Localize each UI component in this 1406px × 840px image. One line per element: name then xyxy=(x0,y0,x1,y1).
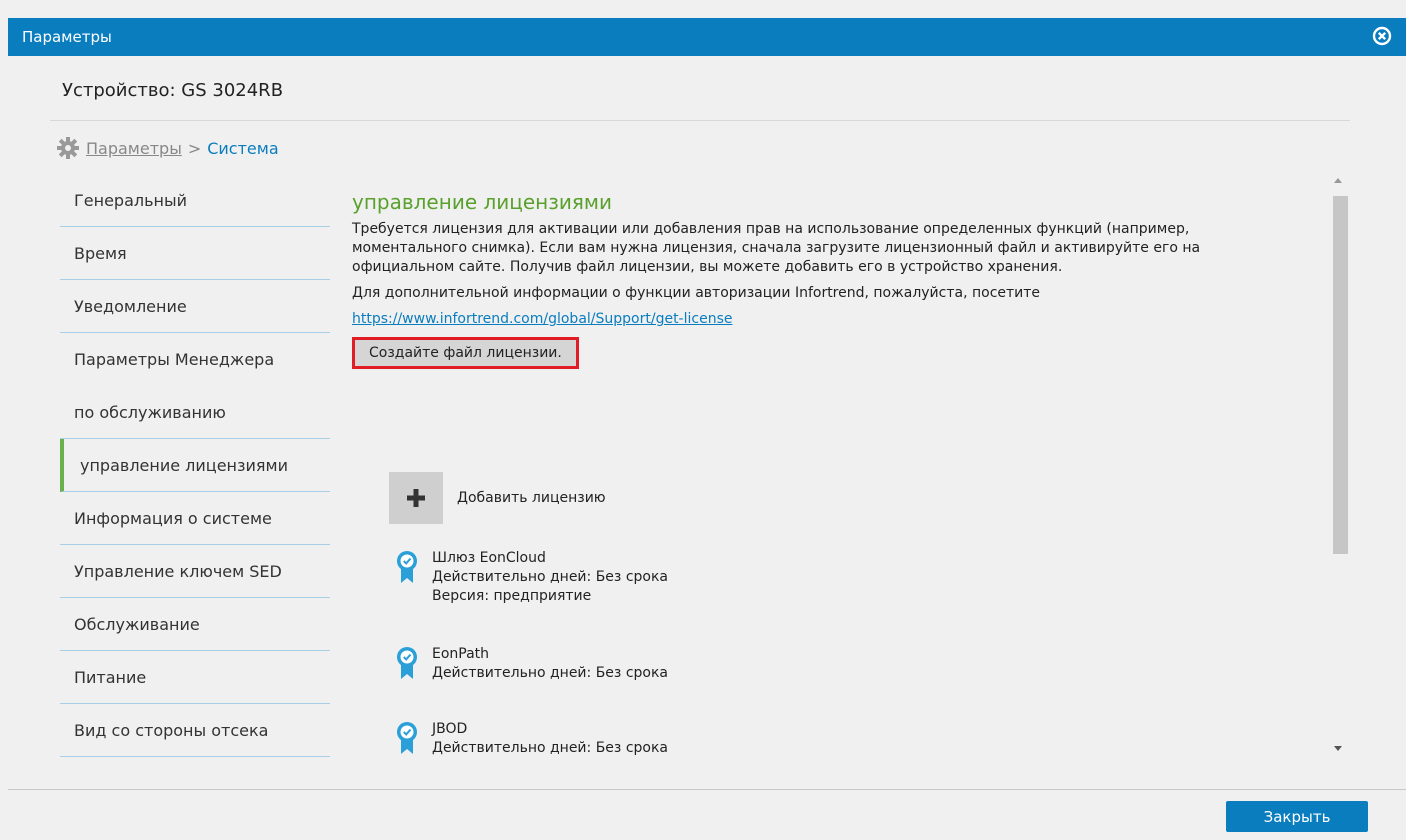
section-heading: управление лицензиями xyxy=(352,190,612,214)
license-validity: Действительно дней: Без срока xyxy=(432,569,668,585)
certificate-badge-icon xyxy=(397,551,417,583)
sidebar-item-system-info[interactable]: Информация о системе xyxy=(60,492,330,545)
sidebar-item-label: управление лицензиями xyxy=(80,455,288,475)
breadcrumb-current: Система xyxy=(207,138,279,158)
info-text: Для дополнительной информации о функции … xyxy=(352,285,1041,301)
license-item: EonPath Действительно дней: Без срока xyxy=(396,645,668,683)
sidebar-item-label: Управление ключем SED xyxy=(74,561,282,581)
device-label: Устройство: GS 3024RB xyxy=(62,80,284,101)
add-license-label: Добавить лицензию xyxy=(457,490,606,506)
gear-icon xyxy=(57,137,79,159)
sidebar-item-bay-view[interactable]: Вид со стороны отсека xyxy=(60,704,330,757)
license-item: Шлюз EonCloud Действительно дней: Без ср… xyxy=(396,549,668,606)
sidebar-item-label: Параметры Менеджера xyxy=(74,350,275,369)
add-license-button[interactable] xyxy=(389,472,443,524)
sidebar-item-maintenance-manager-cont[interactable]: по обслуживанию xyxy=(60,386,330,439)
certificate-badge-icon xyxy=(397,722,417,754)
breadcrumb-root-link[interactable]: Параметры xyxy=(86,139,182,158)
sidebar-item-label: Генеральный xyxy=(74,190,188,210)
license-name: EonPath xyxy=(432,646,490,662)
close-icon[interactable] xyxy=(1372,26,1392,46)
license-item: JBOD Действительно дней: Без срока xyxy=(396,720,668,758)
sidebar-item-maintenance-manager[interactable]: Параметры Менеджера xyxy=(60,333,330,386)
scroll-down-arrow-icon[interactable] xyxy=(1334,746,1342,751)
license-validity: Действительно дней: Без срока xyxy=(432,665,668,681)
sidebar-item-general[interactable]: Генеральный xyxy=(60,174,330,227)
add-license-row[interactable]: Добавить лицензию xyxy=(389,472,606,524)
sidebar-item-label: Время xyxy=(74,243,127,263)
sidebar-item-power[interactable]: Питание xyxy=(60,651,330,704)
close-button[interactable]: Закрыть xyxy=(1226,801,1368,832)
scroll-up-arrow-icon[interactable] xyxy=(1334,178,1342,183)
sidebar-item-sed-key[interactable]: Управление ключем SED xyxy=(60,545,330,598)
sidebar-item-time[interactable]: Время xyxy=(60,227,330,280)
sidebar-item-label: Обслуживание xyxy=(74,614,200,634)
license-link[interactable]: https://www.infortrend.com/global/Suppor… xyxy=(352,311,732,327)
dialog-title: Параметры xyxy=(22,28,112,46)
sidebar-item-label: Информация о системе xyxy=(74,508,272,528)
sidebar-item-notification[interactable]: Уведомление xyxy=(60,280,330,333)
header-divider xyxy=(50,120,1350,121)
sidebar-item-label: Уведомление xyxy=(74,296,187,316)
sidebar-item-license-management[interactable]: управление лицензиями xyxy=(60,439,330,492)
sidebar-item-label: по обслуживанию xyxy=(74,402,226,422)
license-panel: управление лицензиями Требуется лицензия… xyxy=(352,190,1272,369)
dialog-titlebar: Параметры xyxy=(8,18,1406,56)
footer-divider xyxy=(8,789,1406,790)
scrollbar-thumb[interactable] xyxy=(1333,196,1348,554)
generate-license-highlight: Создайте файл лицензии. xyxy=(352,337,579,369)
sidebar-nav: Генеральный Время Уведомление Параметры … xyxy=(60,174,330,757)
breadcrumb: Параметры > Система xyxy=(56,136,279,160)
license-name: Шлюз EonCloud xyxy=(432,550,546,566)
license-name: JBOD xyxy=(432,721,468,737)
sidebar-item-label: Питание xyxy=(74,667,147,687)
sidebar-item-label: Вид со стороны отсека xyxy=(74,720,269,740)
license-version: Версия: предприятие xyxy=(432,588,592,604)
generate-license-button[interactable]: Создайте файл лицензии. xyxy=(355,340,576,366)
certificate-badge-icon xyxy=(397,647,417,679)
license-description: Требуется лицензия для активации или доб… xyxy=(352,221,1201,275)
license-validity: Действительно дней: Без срока xyxy=(432,740,668,756)
plus-icon xyxy=(407,489,425,507)
breadcrumb-separator: > xyxy=(187,138,202,158)
sidebar-item-maintenance[interactable]: Обслуживание xyxy=(60,598,330,651)
